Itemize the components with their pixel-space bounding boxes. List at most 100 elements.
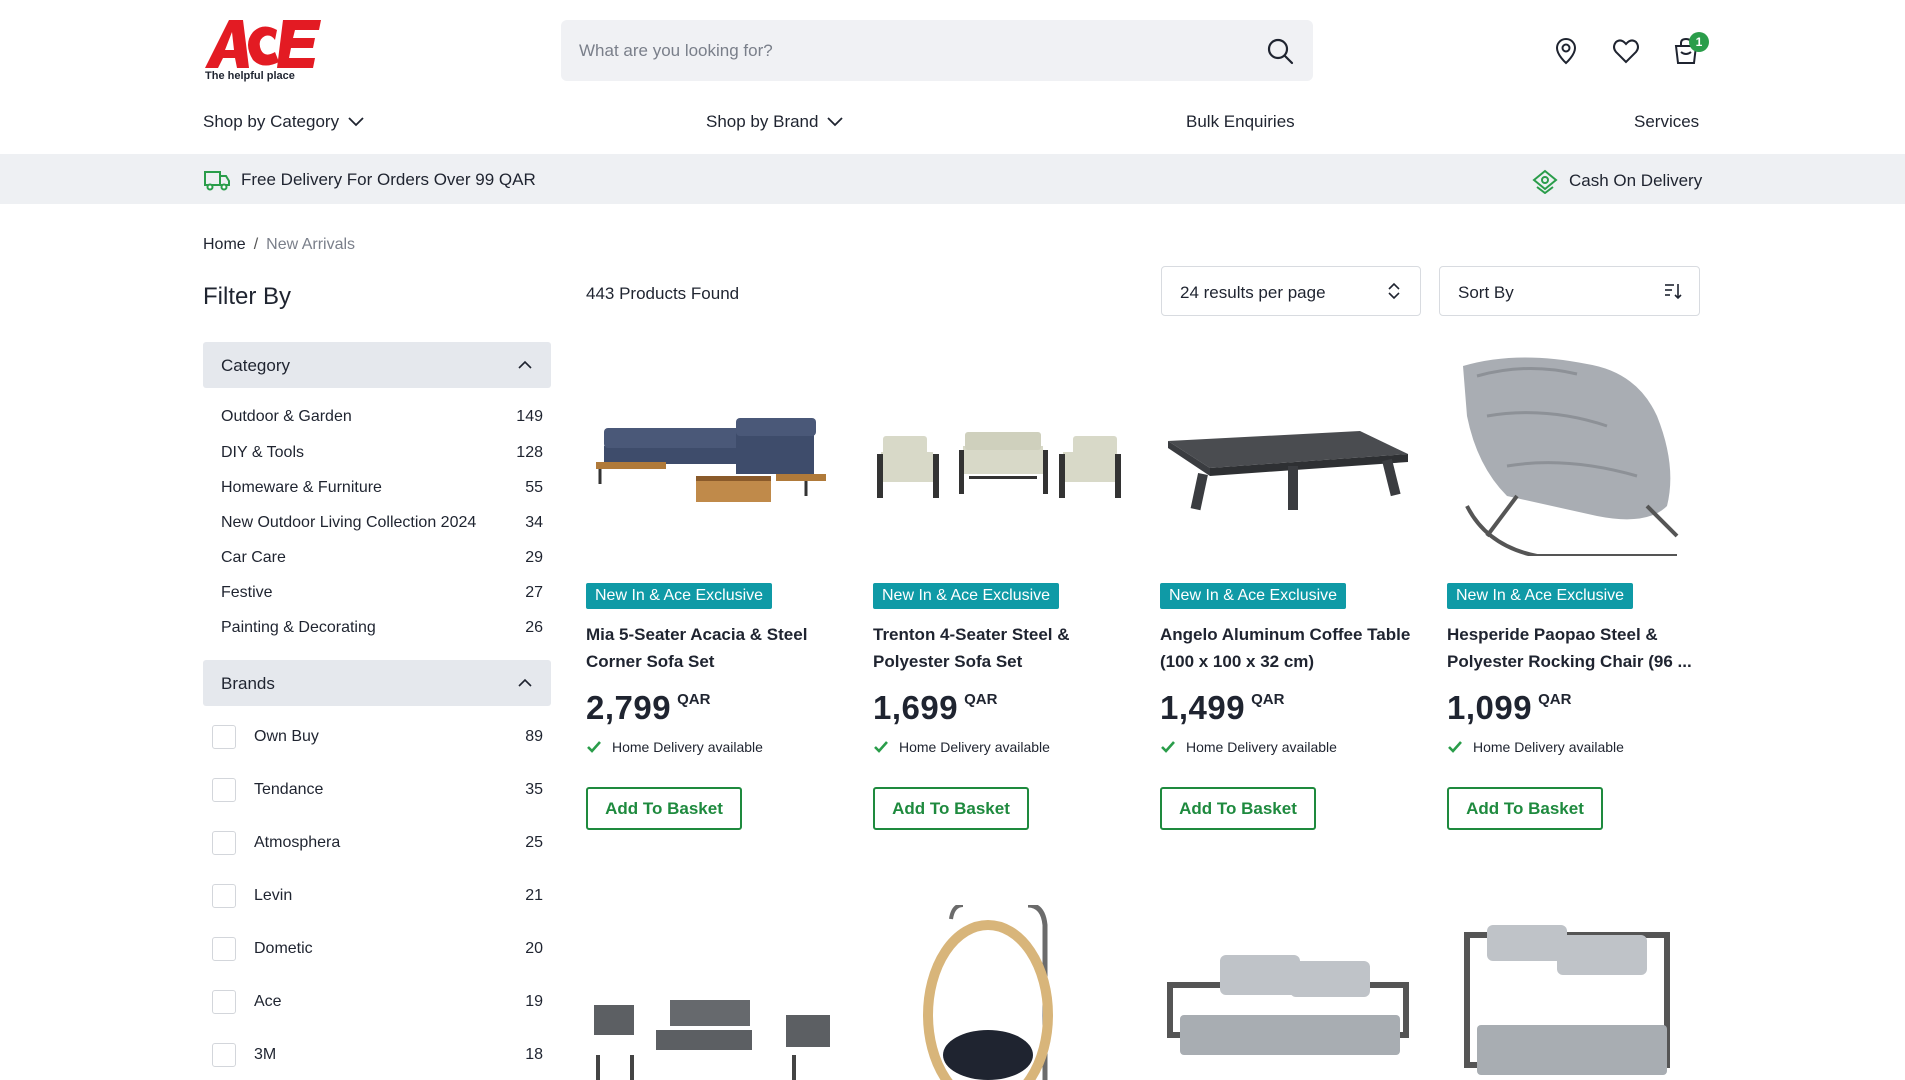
breadcrumb-home[interactable]: Home xyxy=(203,236,246,253)
check-icon xyxy=(1161,741,1175,753)
nav-shop-by-brand[interactable]: Shop by Brand xyxy=(706,112,844,132)
brand-checkbox[interactable] xyxy=(212,937,236,961)
product-tag: New In & Ace Exclusive xyxy=(873,583,1060,609)
category-label: Car Care xyxy=(221,549,286,566)
category-item[interactable]: Homeware & Furniture 55 xyxy=(221,479,543,497)
category-label: Festive xyxy=(221,584,273,601)
add-to-basket-button[interactable]: Add To Basket xyxy=(1160,787,1316,830)
category-item[interactable]: Painting & Decorating 26 xyxy=(221,619,543,637)
product-card[interactable]: New In & Ace Exclusive Trenton 4-Seater … xyxy=(873,356,1129,830)
brand-item[interactable]: 3M 18 xyxy=(212,1043,543,1067)
delivery-text: Home Delivery available xyxy=(612,739,763,755)
product-price: 1,099 QAR xyxy=(1447,689,1703,727)
product-card[interactable]: New In & Ace Exclusive Hesperide Paopao … xyxy=(1447,356,1703,830)
product-name[interactable]: Angelo Aluminum Coffee Table (100 x 100 … xyxy=(1160,621,1416,675)
search-placeholder[interactable]: What are you looking for? xyxy=(579,41,773,61)
cart-count-badge: 1 xyxy=(1689,32,1709,52)
category-count: 29 xyxy=(525,549,543,566)
product-image[interactable] xyxy=(1447,905,1703,1080)
sort-icon xyxy=(1665,284,1682,300)
price-currency: QAR xyxy=(964,691,998,708)
product-name[interactable]: Hesperide Paopao Steel & Polyester Rocki… xyxy=(1447,621,1703,675)
products-found: 443 Products Found xyxy=(586,284,740,303)
brand-item[interactable]: Tendance 35 xyxy=(212,778,543,802)
category-label: Outdoor & Garden xyxy=(221,408,352,425)
sort-by-select[interactable]: Sort By xyxy=(1439,266,1700,316)
category-panel-header[interactable]: Category xyxy=(203,342,551,388)
product-name[interactable]: Trenton 4-Seater Steel & Polyester Sofa … xyxy=(873,621,1129,675)
product-image[interactable] xyxy=(873,905,1129,1080)
product-name[interactable]: Mia 5-Seater Acacia & Steel Corner Sofa … xyxy=(586,621,842,675)
add-to-basket-button[interactable]: Add To Basket xyxy=(873,787,1029,830)
breadcrumb-current: New Arrivals xyxy=(266,236,356,253)
delivery-text: Home Delivery available xyxy=(1186,739,1337,755)
nav-services[interactable]: Services xyxy=(1634,112,1699,132)
breadcrumb: Home / New Arrivals xyxy=(203,236,355,254)
price-currency: QAR xyxy=(1251,691,1285,708)
delivery-text: Home Delivery available xyxy=(1473,739,1624,755)
search-bar[interactable]: What are you looking for? xyxy=(561,20,1313,81)
nav-bulk-enquiries[interactable]: Bulk Enquiries xyxy=(1186,112,1295,132)
nav-label: Services xyxy=(1634,112,1700,131)
brand-label: Levin xyxy=(254,887,293,904)
category-label: New Outdoor Living Collection 2024 xyxy=(221,514,477,531)
nav-label: Shop by Category xyxy=(203,112,340,131)
results-per-page-select[interactable]: 24 results per page xyxy=(1161,266,1421,316)
add-to-basket-button[interactable]: Add To Basket xyxy=(1447,787,1603,830)
brand-label: 3M xyxy=(254,1046,277,1063)
brand-label: Own Buy xyxy=(254,728,319,745)
brand-checkbox[interactable] xyxy=(212,778,236,802)
brands-panel-header[interactable]: Brands xyxy=(203,660,551,706)
brand-count: 18 xyxy=(525,1046,543,1063)
category-label: DIY & Tools xyxy=(221,444,305,461)
delivery-info: Home Delivery available xyxy=(873,739,1129,755)
brand-item[interactable]: Dometic 20 xyxy=(212,937,543,961)
product-image[interactable] xyxy=(873,356,1129,556)
category-count: 128 xyxy=(516,444,543,461)
brand-count: 25 xyxy=(525,834,543,851)
promo-banner: Free Delivery For Orders Over 99 QAR Cas… xyxy=(0,154,1905,204)
logo-tagline: The helpful place xyxy=(205,70,295,82)
ace-logo[interactable]: The helpful place xyxy=(203,16,323,84)
cod-text: Cash On Delivery xyxy=(1569,171,1703,190)
search-icon[interactable] xyxy=(1265,36,1295,66)
brand-checkbox[interactable] xyxy=(212,725,236,749)
category-item[interactable]: Festive 27 xyxy=(221,584,543,602)
brand-checkbox[interactable] xyxy=(212,884,236,908)
location-pin-icon[interactable] xyxy=(1551,36,1581,66)
brand-label: Atmosphera xyxy=(254,834,341,851)
category-item[interactable]: Car Care 29 xyxy=(221,549,543,567)
product-image[interactable] xyxy=(586,905,842,1080)
brand-checkbox[interactable] xyxy=(212,1043,236,1067)
brand-item[interactable]: Own Buy 89 xyxy=(212,725,543,749)
free-delivery-text: Free Delivery For Orders Over 99 QAR xyxy=(241,170,536,189)
product-image[interactable] xyxy=(1160,905,1416,1080)
brand-item[interactable]: Atmosphera 25 xyxy=(212,831,543,855)
product-image[interactable] xyxy=(586,356,842,556)
price-value: 1,499 xyxy=(1160,689,1246,726)
brand-count: 21 xyxy=(525,887,543,904)
heart-icon[interactable] xyxy=(1611,36,1641,66)
brand-checkbox[interactable] xyxy=(212,831,236,855)
brand-item[interactable]: Ace 19 xyxy=(212,990,543,1014)
product-image[interactable] xyxy=(1447,356,1703,558)
price-currency: QAR xyxy=(677,691,711,708)
add-to-basket-button[interactable]: Add To Basket xyxy=(586,787,742,830)
brand-label: Dometic xyxy=(254,940,313,957)
chevron-up-icon xyxy=(518,678,532,687)
category-item[interactable]: DIY & Tools 128 xyxy=(221,444,543,462)
brand-checkbox[interactable] xyxy=(212,990,236,1014)
delivery-text: Home Delivery available xyxy=(899,739,1050,755)
updown-chevron-icon xyxy=(1388,282,1400,300)
cash-icon xyxy=(1532,169,1558,194)
nav-shop-by-category[interactable]: Shop by Category xyxy=(203,112,365,132)
product-card[interactable]: New In & Ace Exclusive Mia 5-Seater Acac… xyxy=(586,356,842,830)
nav-label: Bulk Enquiries xyxy=(1186,112,1295,131)
product-price: 2,799 QAR xyxy=(586,689,842,727)
category-label: Painting & Decorating xyxy=(221,619,376,636)
brand-item[interactable]: Levin 21 xyxy=(212,884,543,908)
category-item[interactable]: New Outdoor Living Collection 2024 34 xyxy=(221,514,543,532)
category-item[interactable]: Outdoor & Garden 149 xyxy=(221,408,543,426)
product-card[interactable]: New In & Ace Exclusive Angelo Aluminum C… xyxy=(1160,356,1416,830)
product-image[interactable] xyxy=(1160,356,1416,556)
